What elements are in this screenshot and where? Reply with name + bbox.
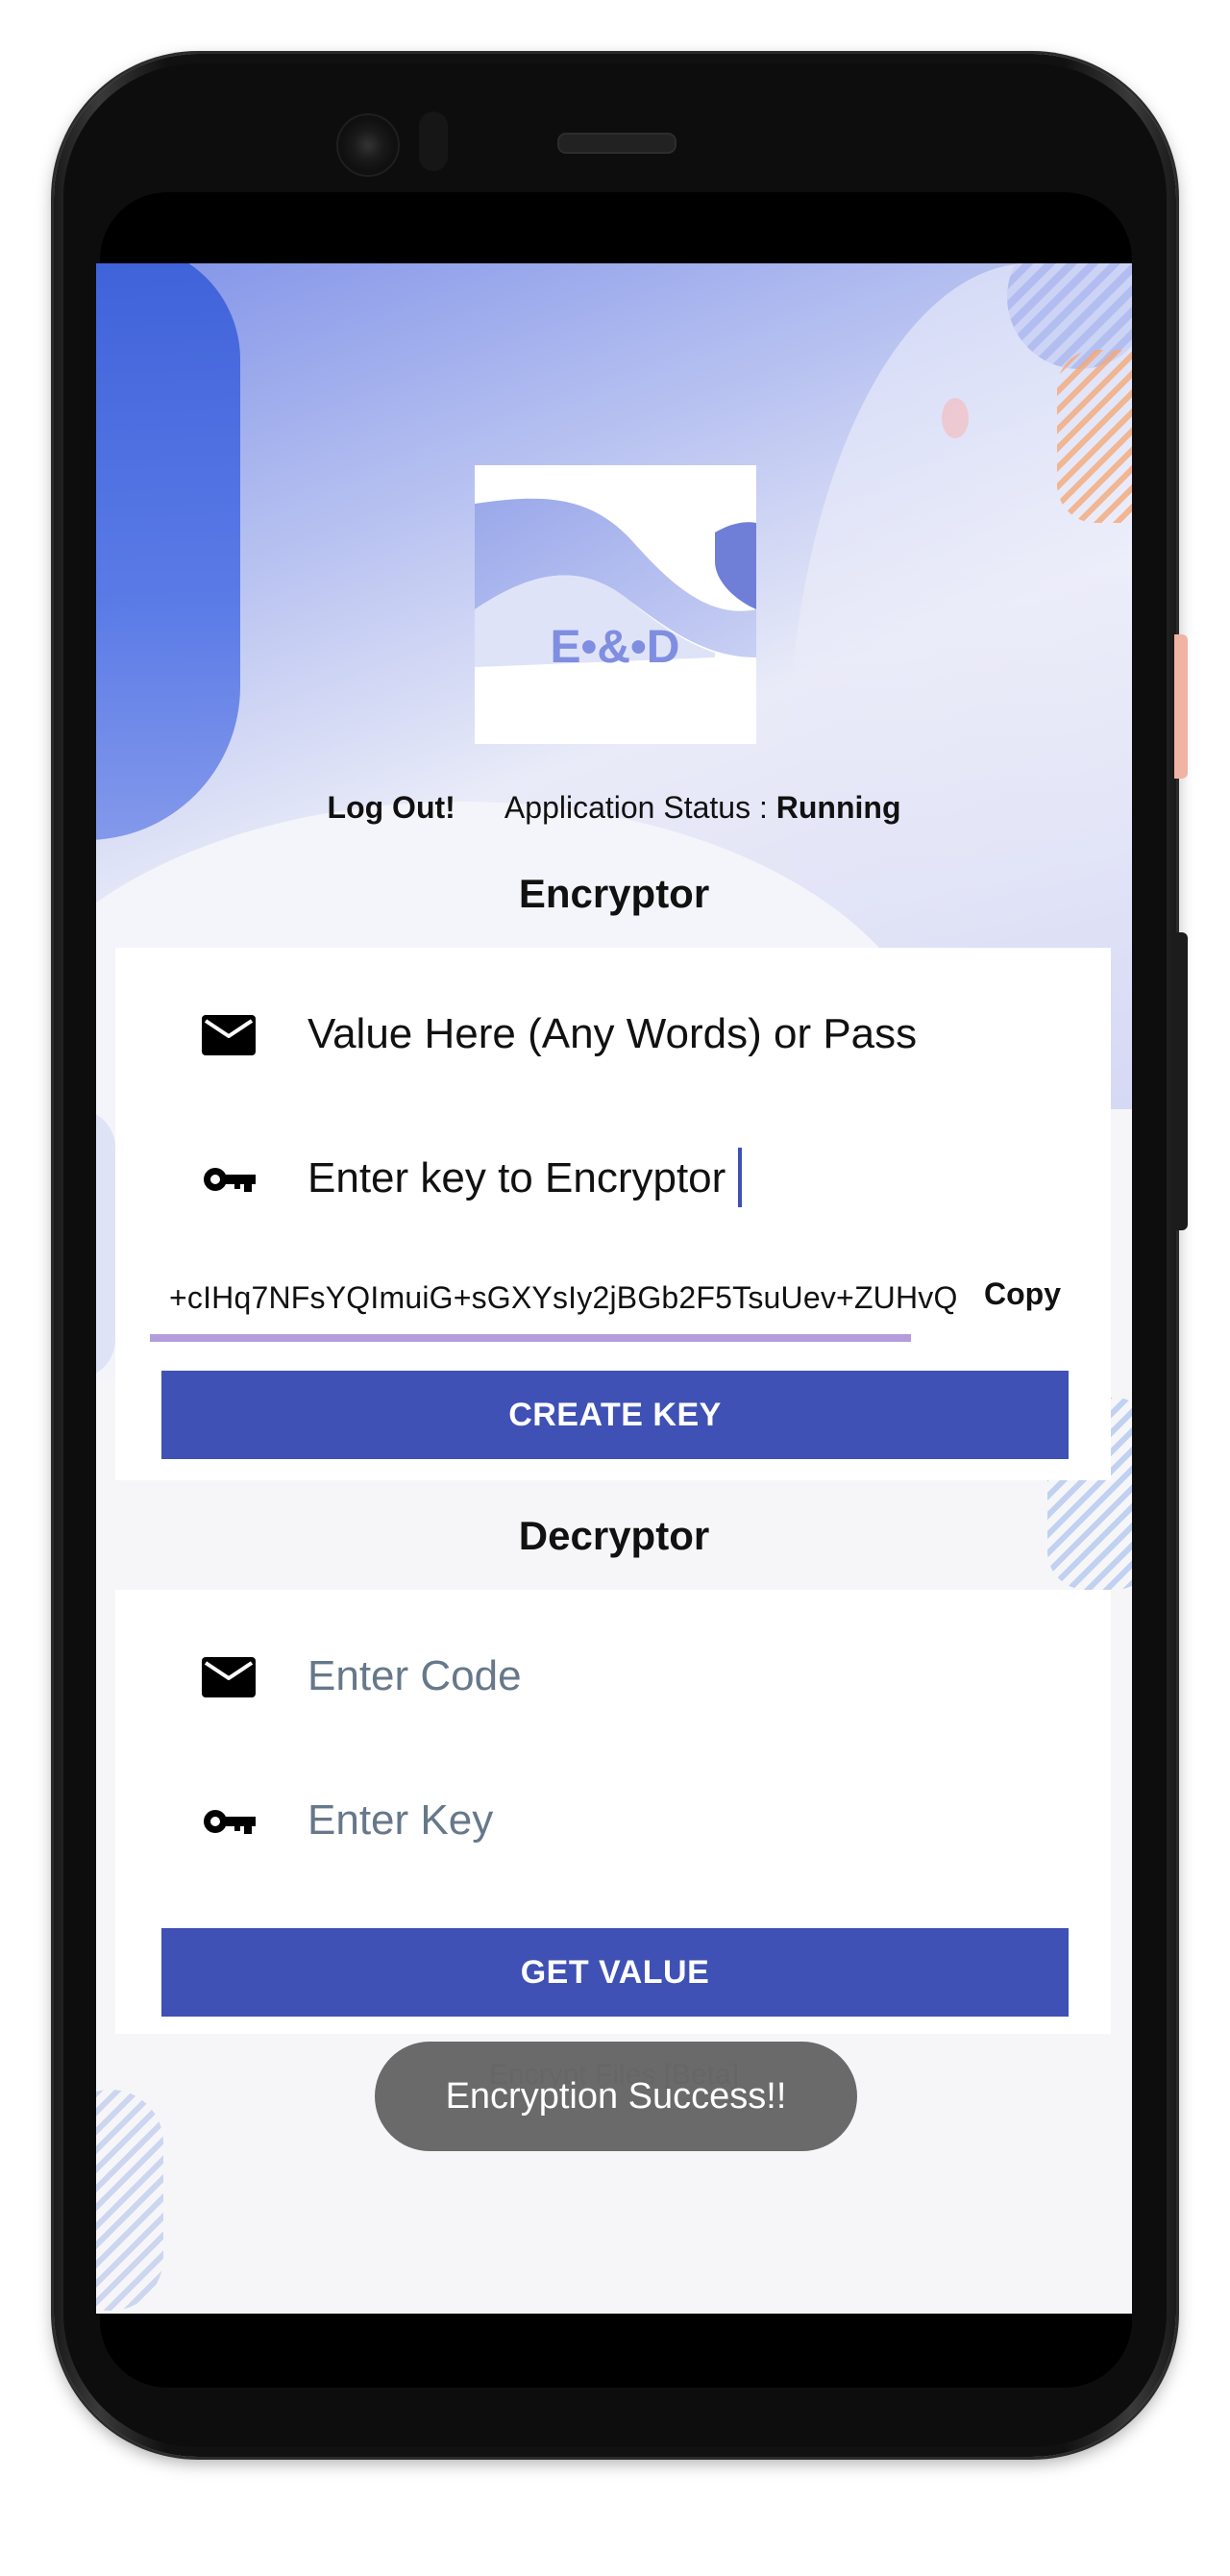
decorative-dot bbox=[942, 398, 969, 438]
bottom-bezel bbox=[100, 2311, 1132, 2388]
earpiece-speaker bbox=[557, 133, 676, 154]
front-camera-icon bbox=[336, 113, 400, 177]
encryptor-title: Encryptor bbox=[518, 871, 710, 916]
value-input[interactable] bbox=[308, 1007, 1057, 1061]
encryptor-card: +cIHq7NFsYQImuiG+sGXYsIy2jBGb2F5TsuUev+Z… bbox=[115, 948, 1111, 1480]
key-output-underline bbox=[150, 1334, 911, 1342]
key-icon bbox=[204, 1810, 256, 1834]
toast-message: Encryption Success!! bbox=[375, 2042, 857, 2151]
background-blob bbox=[96, 263, 240, 840]
key-field-row bbox=[115, 1130, 1111, 1226]
code-field-row bbox=[115, 1628, 1111, 1724]
decorative-stripes bbox=[96, 2090, 163, 2311]
logout-button[interactable]: Log Out! bbox=[328, 790, 455, 825]
decryptor-title: Decryptor bbox=[518, 1513, 710, 1558]
decryptor-card: GET VALUE bbox=[115, 1590, 1111, 2034]
text-cursor bbox=[738, 1148, 742, 1207]
app-screen: E•&•D Log Out! Application Status : Runn… bbox=[96, 263, 1132, 2314]
decrypt-key-input[interactable] bbox=[308, 1794, 1057, 1847]
decrypt-key-field-row bbox=[115, 1772, 1111, 1869]
status-label: Application Status : bbox=[504, 790, 768, 825]
power-button bbox=[1174, 634, 1188, 779]
value-field-row bbox=[115, 986, 1111, 1082]
decorative-blob bbox=[96, 1109, 115, 1378]
sensor bbox=[419, 111, 448, 171]
mail-icon bbox=[202, 1657, 256, 1697]
copy-button[interactable]: Copy bbox=[984, 1276, 1061, 1312]
status-row: Log Out! Application Status : Running bbox=[96, 790, 1132, 826]
generated-key-output[interactable]: +cIHq7NFsYQImuiG+sGXYsIy2jBGb2F5TsuUev+Z… bbox=[169, 1280, 967, 1325]
mail-icon bbox=[202, 1015, 256, 1055]
logo-text: E•&•D bbox=[551, 622, 680, 673]
key-icon bbox=[204, 1168, 256, 1192]
status-value: Running bbox=[775, 790, 901, 825]
volume-button bbox=[1174, 932, 1188, 1230]
top-bezel bbox=[100, 192, 1132, 269]
get-value-button[interactable]: GET VALUE bbox=[161, 1928, 1069, 2017]
create-key-button[interactable]: CREATE KEY bbox=[161, 1371, 1069, 1459]
encrypt-key-input[interactable] bbox=[308, 1152, 1057, 1205]
decorative-stripes bbox=[1057, 350, 1132, 523]
app-logo: E•&•D bbox=[475, 465, 756, 744]
code-input[interactable] bbox=[308, 1649, 1057, 1703]
